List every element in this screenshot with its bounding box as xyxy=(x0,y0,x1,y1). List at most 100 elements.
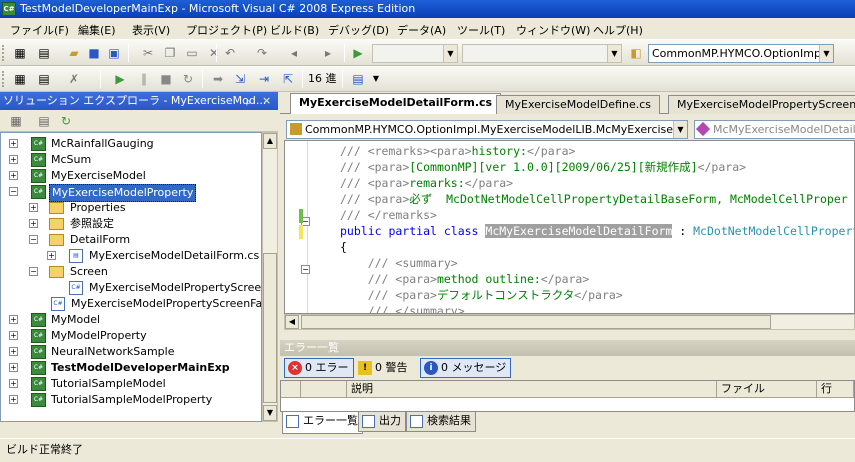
tree-item[interactable]: + ▤ MyExerciseModelDetailForm.cs xyxy=(1,248,261,264)
tree-item-label: NeuralNetworkSample xyxy=(51,345,175,358)
save-icon[interactable]: ■ xyxy=(86,45,102,61)
step-into-icon[interactable]: ⇲ xyxy=(232,71,248,87)
refresh-icon[interactable]: ↻ xyxy=(58,113,74,129)
close-icon[interactable]: × xyxy=(262,92,271,110)
class-combo[interactable]: CommonMP.HYMCO.OptionImpl.MyExerciseMode… xyxy=(286,120,688,139)
start-debug-icon[interactable]: ▶ xyxy=(350,45,366,61)
menu-help[interactable]: ヘルプ(H) xyxy=(593,22,643,38)
grid-icon[interactable]: ▦ xyxy=(12,71,28,87)
table-icon[interactable]: ▤ xyxy=(36,71,52,87)
find-icon[interactable]: ◧ xyxy=(628,45,644,61)
solution-explorer-title: ソリューション エクスプローラ - MyExerciseMod... xyxy=(3,94,267,107)
hex-display-label[interactable]: 16 進 xyxy=(308,71,337,87)
tree-item[interactable]: + C# MyExerciseModel xyxy=(1,168,261,184)
scroll-thumb[interactable] xyxy=(301,315,771,329)
open-file-icon[interactable]: ▰ xyxy=(66,45,82,61)
warnings-filter-button[interactable]: ! 0 警告 xyxy=(354,358,413,378)
platform-combo[interactable]: ▼ xyxy=(462,44,622,63)
menu-debug[interactable]: デバッグ(D) xyxy=(328,22,389,38)
show-next-icon[interactable]: ➡ xyxy=(210,71,226,87)
editor-horizontal-scrollbar[interactable]: ◀ xyxy=(284,314,855,330)
step-over-icon[interactable]: ⇥ xyxy=(256,71,272,87)
menu-view[interactable]: 表示(V) xyxy=(132,22,170,38)
code-token: /// xyxy=(340,304,396,314)
code-editor[interactable]: − − /// <remarks><para>history:</para> /… xyxy=(284,140,855,314)
menu-data[interactable]: データ(A) xyxy=(397,22,446,38)
add-item-icon[interactable]: ▤ xyxy=(36,45,52,61)
tab-detail-form[interactable]: MyExerciseModelDetailForm.cs xyxy=(290,93,502,114)
tools-icon[interactable]: ✗ xyxy=(66,71,82,87)
tab-define[interactable]: MyExerciseModelDefine.cs xyxy=(496,95,660,114)
menu-build[interactable]: ビルド(B) xyxy=(270,22,319,38)
redo-icon[interactable]: ↷ xyxy=(254,45,270,61)
tree-item[interactable]: + C# MyModel xyxy=(1,312,261,328)
target-combo[interactable]: CommonMP.HYMCO.OptionImpl.M ▼ xyxy=(648,44,834,63)
navigate-forward-icon[interactable]: ▸ xyxy=(320,45,336,61)
paste-icon[interactable]: ▭ xyxy=(184,45,200,61)
cut-icon[interactable]: ✂ xyxy=(140,45,156,61)
config-combo[interactable]: ▼ xyxy=(372,44,458,63)
copy-icon[interactable]: ❐ xyxy=(162,45,178,61)
tree-item[interactable]: + C# TutorialSampleModelProperty xyxy=(1,392,261,408)
pause-icon[interactable]: ∥ xyxy=(136,71,152,87)
tab-output[interactable]: 出力 xyxy=(358,412,406,432)
tree-item[interactable]: C# MyExerciseModelPropertyScreenFactory.… xyxy=(1,296,261,312)
tab-find-results[interactable]: 検索結果 xyxy=(406,412,476,432)
breakpoints-icon[interactable]: ▤ xyxy=(350,71,366,87)
tree-item[interactable]: + C# TutorialSampleModel xyxy=(1,376,261,392)
new-project-icon[interactable]: ▦ xyxy=(12,45,28,61)
continue-icon[interactable]: ▶ xyxy=(112,71,128,87)
column-header-file[interactable]: ファイル xyxy=(717,381,817,398)
column-header-line[interactable]: 行 xyxy=(817,381,854,398)
tree-item[interactable]: + C# MyModelProperty xyxy=(1,328,261,344)
tab-property-screen[interactable]: MyExerciseModelPropertyScreen.cs xyxy=(668,95,855,114)
tree-item[interactable]: + C# NeuralNetworkSample xyxy=(1,344,261,360)
scroll-down-icon[interactable]: ▼ xyxy=(263,405,277,421)
menu-edit[interactable]: 編集(E) xyxy=(78,22,116,38)
tree-item[interactable]: C# MyExerciseModelPropertyScreen.cs xyxy=(1,280,261,296)
errors-filter-button[interactable]: × 0 エラー xyxy=(284,358,354,378)
toolbar-gripper-2[interactable] xyxy=(2,71,6,87)
pin-icon[interactable]: ₚ xyxy=(246,92,251,110)
show-all-files-icon[interactable]: ▤ xyxy=(36,113,52,129)
properties-icon[interactable]: ▦ xyxy=(8,113,24,129)
collapse-marker[interactable]: − xyxy=(301,265,310,274)
scroll-left-icon[interactable]: ◀ xyxy=(285,315,299,329)
solution-tree: + C# McRainfallGauging + C# McSum + C# MyEx… xyxy=(0,132,262,422)
step-out-icon[interactable]: ⇱ xyxy=(280,71,296,87)
tree-item[interactable]: + C# TestModelDeveloperMainExp xyxy=(1,360,261,376)
scroll-up-icon[interactable]: ▲ xyxy=(263,133,277,149)
solution-vertical-scrollbar[interactable]: ▲ ▼ xyxy=(262,132,278,422)
tree-item[interactable]: − Screen xyxy=(1,264,261,280)
column-header-description[interactable]: 説明 xyxy=(347,381,717,398)
delete-icon[interactable]: ✕ xyxy=(206,45,222,61)
navigate-back-icon[interactable]: ◂ xyxy=(286,45,302,61)
tree-item[interactable]: + C# McRainfallGauging xyxy=(1,136,261,152)
column-header[interactable] xyxy=(281,381,301,398)
tree-item-label: MyModel xyxy=(51,313,101,326)
tab-error-list[interactable]: エラー一覧 xyxy=(282,412,363,434)
tree-item[interactable]: + 参照設定 xyxy=(1,216,261,232)
toolbar-gripper[interactable] xyxy=(2,45,6,61)
tree-item[interactable]: − DetailForm xyxy=(1,232,261,248)
undo-icon[interactable]: ↶ xyxy=(222,45,238,61)
change-marker xyxy=(299,209,303,223)
menu-window[interactable]: ウィンドウ(W) xyxy=(516,22,590,38)
window-dropdown-icon[interactable]: ▼ xyxy=(368,71,384,87)
restart-icon[interactable]: ↻ xyxy=(180,71,196,87)
member-combo[interactable]: McMyExerciseModelDetailForm xyxy=(694,120,855,139)
tree-item-label: DetailForm xyxy=(70,233,131,246)
messages-filter-button[interactable]: i0 メッセージ xyxy=(420,358,512,378)
tree-item-selected[interactable]: − C# MyExerciseModelProperty xyxy=(1,184,261,202)
tree-item[interactable]: + C# McSum xyxy=(1,152,261,168)
stop-icon[interactable]: ■ xyxy=(158,71,174,87)
menu-file[interactable]: ファイル(F) xyxy=(10,22,69,38)
scroll-thumb[interactable] xyxy=(263,253,277,403)
menu-project[interactable]: プロジェクト(P) xyxy=(186,22,267,38)
column-header[interactable] xyxy=(301,381,347,398)
form-file-icon: ▤ xyxy=(69,249,83,263)
save-all-icon[interactable]: ▣ xyxy=(106,45,122,61)
code-token: /// xyxy=(340,288,396,302)
tree-item[interactable]: + Properties xyxy=(1,200,261,216)
menu-tools[interactable]: ツール(T) xyxy=(457,22,505,38)
